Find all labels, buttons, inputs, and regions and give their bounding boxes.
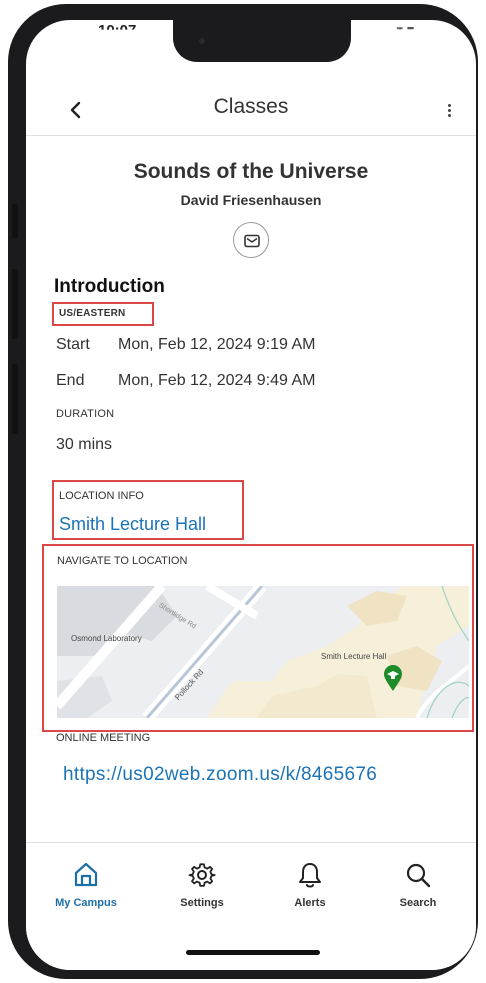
end-value: Mon, Feb 12, 2024 9:49 AM bbox=[118, 372, 316, 389]
map-place-label: Osmond Laboratory bbox=[71, 634, 142, 643]
location-info-label: LOCATION INFO bbox=[59, 490, 144, 502]
location-map[interactable]: Osmond Laboratory Pollock Rd Shortlidge … bbox=[57, 586, 469, 718]
tab-settings[interactable]: Settings bbox=[162, 861, 242, 921]
phone-volume-up-button bbox=[12, 269, 18, 339]
duration-value: 30 mins bbox=[56, 436, 113, 453]
class-title: Sounds of the Universe bbox=[133, 160, 369, 183]
duration-label: DURATION bbox=[56, 408, 115, 420]
app-bar: Classes bbox=[26, 84, 476, 136]
bell-icon bbox=[299, 863, 321, 888]
location-link[interactable]: Smith Lecture Hall bbox=[59, 514, 206, 535]
phone-frame: 10:07 ... ▾ ■ Classes Sounds of the Univ… bbox=[8, 4, 478, 979]
page-title: Classes bbox=[213, 95, 289, 118]
home-indicator[interactable] bbox=[186, 950, 320, 955]
navigate-label: NAVIGATE TO LOCATION bbox=[57, 555, 188, 567]
notch bbox=[173, 20, 351, 62]
map-pin-label: Smith Lecture Hall bbox=[321, 652, 387, 661]
more-vertical-icon bbox=[448, 104, 451, 107]
tab-label: Alerts bbox=[294, 897, 326, 909]
start-value: Mon, Feb 12, 2024 9:19 AM bbox=[118, 336, 316, 353]
status-indicators: ... ▾ ■ bbox=[382, 22, 415, 37]
location-info-highlight-box: LOCATION INFO Smith Lecture Hall bbox=[52, 480, 244, 540]
start-row: Start Mon, Feb 12, 2024 9:19 AM bbox=[56, 336, 315, 354]
front-camera bbox=[199, 38, 205, 44]
phone-volume-down-button bbox=[12, 364, 18, 434]
more-options-button[interactable] bbox=[442, 96, 458, 124]
search-icon bbox=[406, 863, 431, 888]
email-instructor-button[interactable] bbox=[233, 222, 269, 258]
tab-my-campus[interactable]: My Campus bbox=[46, 861, 126, 921]
mail-icon bbox=[244, 234, 260, 248]
tab-label: Settings bbox=[180, 897, 224, 909]
gear-icon bbox=[188, 863, 216, 887]
location-pin-icon bbox=[384, 665, 402, 691]
session-heading: Introduction bbox=[54, 276, 165, 297]
online-meeting-label: ONLINE MEETING bbox=[56, 732, 151, 744]
status-time: 10:07 bbox=[98, 22, 137, 39]
tab-search[interactable]: Search bbox=[378, 861, 458, 921]
timezone-label: US/EASTERN bbox=[59, 308, 126, 319]
start-label: Start bbox=[56, 336, 90, 353]
home-icon bbox=[74, 862, 98, 887]
tab-label: My Campus bbox=[55, 897, 117, 909]
tab-alerts[interactable]: Alerts bbox=[270, 861, 350, 921]
end-row: End Mon, Feb 12, 2024 9:49 AM bbox=[56, 372, 315, 390]
phone-side-button bbox=[12, 204, 18, 238]
map-graphic bbox=[57, 586, 469, 718]
timezone-highlight-box: US/EASTERN bbox=[52, 302, 154, 326]
end-label: End bbox=[56, 372, 85, 389]
navigate-highlight-box: NAVIGATE TO LOCATION Osmond Laboratory P… bbox=[42, 544, 474, 732]
tab-label: Search bbox=[399, 897, 437, 909]
instructor-name: David Friesenhausen bbox=[180, 192, 322, 208]
app-screen: 10:07 ... ▾ ■ Classes Sounds of the Univ… bbox=[26, 20, 476, 970]
online-meeting-link[interactable]: https://us02web.zoom.us/k/8465676 bbox=[63, 764, 377, 786]
